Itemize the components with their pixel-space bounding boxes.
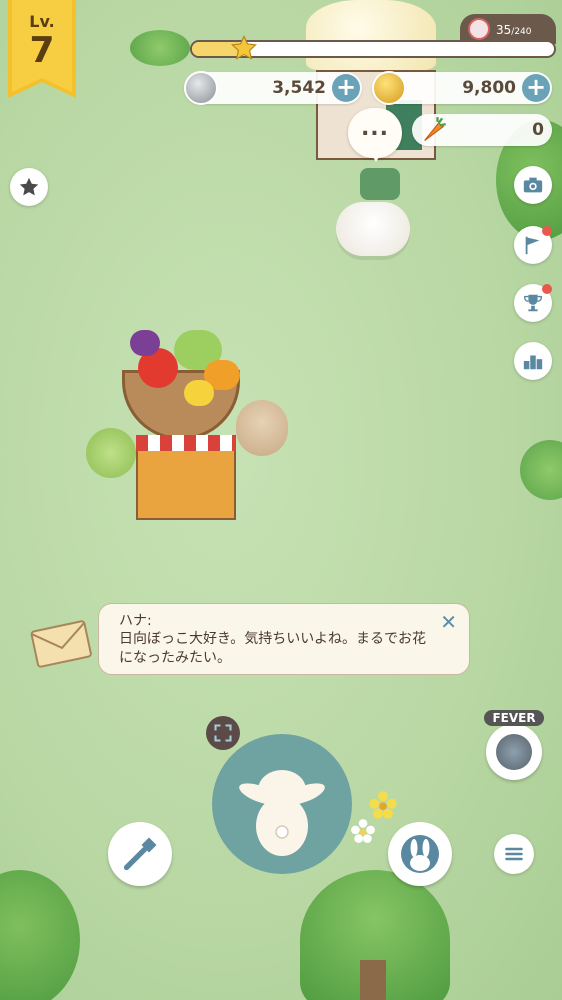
trophy-notification-dot	[542, 284, 552, 294]
main-rabbit-button[interactable]	[212, 734, 352, 874]
carrot-counter: 0	[412, 114, 552, 146]
game-scene[interactable]: Lv. 7 35/240 3,542 + 9,800 + 0 ... ハナ: 日…	[0, 0, 562, 1000]
watering-can[interactable]	[360, 168, 400, 200]
level-value: 7	[29, 30, 55, 71]
silver-coin-icon	[184, 71, 218, 105]
flag-icon	[525, 236, 540, 255]
carrot-value: 0	[532, 120, 544, 140]
white-flower-decoration	[350, 818, 376, 844]
fever-label: FEVER	[484, 710, 544, 726]
fever-button[interactable]: FEVER	[484, 710, 544, 780]
sheep-character[interactable]	[336, 202, 410, 256]
trophy-icon	[524, 294, 542, 312]
silver-coin-value: 3,542	[272, 78, 326, 98]
dialog-close-button[interactable]: ✕	[440, 610, 457, 634]
level-badge: Lv. 7	[8, 0, 76, 100]
ranking-button[interactable]	[514, 342, 552, 380]
add-silver-coins-button[interactable]: +	[332, 74, 360, 102]
gold-coin-icon	[372, 71, 406, 105]
letter-icon	[26, 618, 96, 668]
camera-button[interactable]	[514, 166, 552, 204]
gold-coin-value: 9,800	[462, 78, 516, 98]
fever-sheep-icon	[496, 734, 532, 770]
fruit-shop-building[interactable]	[84, 300, 254, 525]
add-gold-coins-button[interactable]: +	[522, 74, 550, 102]
rabbit-avatar	[468, 18, 490, 40]
rabbit-collection-button[interactable]	[388, 822, 452, 886]
speech-bubble-text: ...	[360, 116, 390, 141]
yellow-flower-decoration	[368, 790, 398, 820]
quest-flag-button[interactable]	[514, 226, 552, 264]
hammer-icon	[123, 837, 157, 871]
level-prefix: Lv.	[29, 12, 55, 31]
rabbit-icon	[401, 835, 439, 873]
experience-star-icon	[230, 34, 258, 62]
experience-current: 35	[496, 23, 512, 37]
experience-text: 35/240	[496, 23, 532, 37]
brown-rabbit-character[interactable]	[236, 400, 288, 456]
dialog-message: 日向ぼっこ大好き。気持ちいいよね。まるでお花になったみたい。	[119, 631, 427, 666]
rabbit-back-icon	[239, 770, 325, 856]
camera-icon	[523, 177, 543, 193]
silver-coin-counter: 3,542 +	[184, 71, 362, 105]
bush-top-left	[130, 30, 190, 66]
gold-coin-counter: 9,800 +	[372, 71, 552, 105]
ranking-icon	[523, 355, 543, 370]
dialog-box: ハナ: 日向ぼっこ大好き。気持ちいいよね。まるでお花になったみたい。 ✕	[98, 603, 470, 675]
speech-bubble-button[interactable]: ...	[348, 108, 402, 162]
tree-bottom-left	[0, 870, 80, 1000]
carrot-icon	[420, 116, 448, 144]
dialog-speaker: ハナ:	[119, 613, 152, 629]
quest-notification-dot	[542, 226, 552, 236]
tree-trunk	[360, 960, 386, 1000]
bush-right	[520, 440, 562, 500]
experience-max: /240	[511, 27, 532, 37]
build-button[interactable]	[108, 822, 172, 886]
menu-button[interactable]	[494, 834, 534, 874]
menu-icon	[505, 847, 523, 861]
favorites-button[interactable]	[10, 168, 48, 206]
star-icon	[19, 177, 39, 196]
trophy-button[interactable]	[514, 284, 552, 322]
